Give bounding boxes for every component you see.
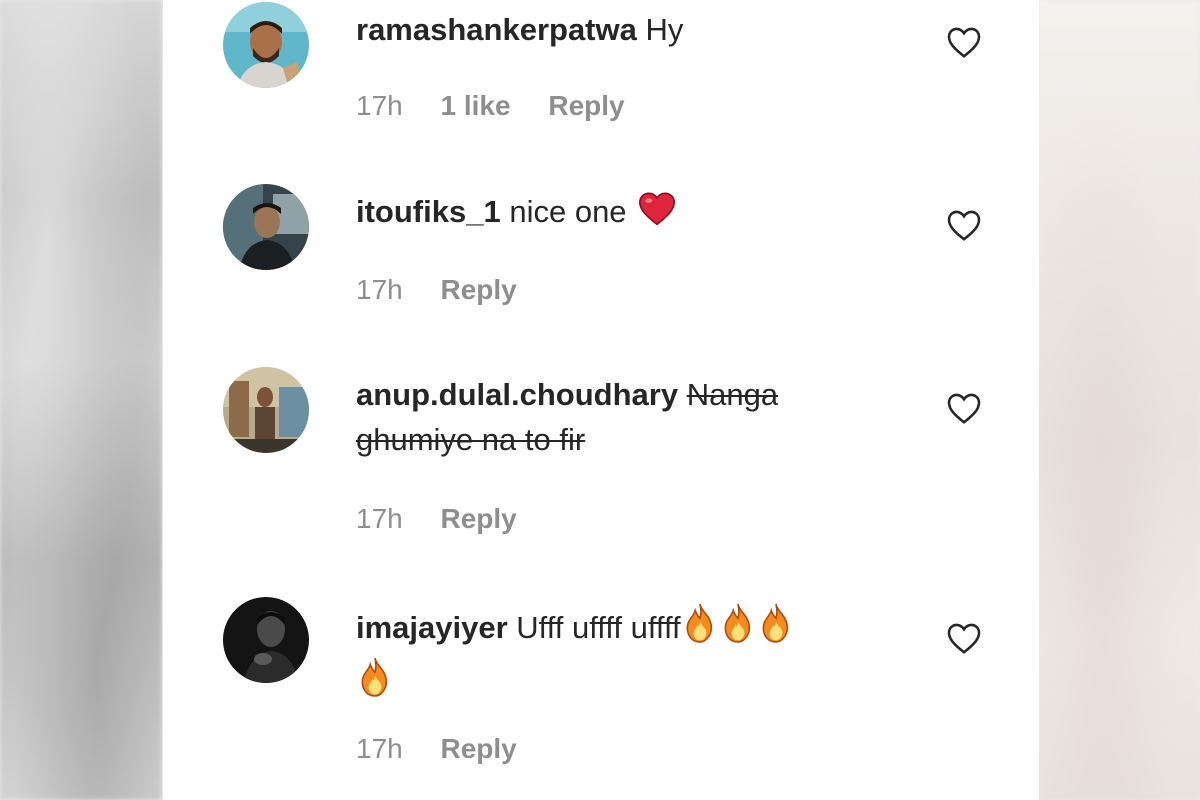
comment-body: imajayiyer Ufff uffff uffff	[356, 602, 876, 710]
avatar[interactable]	[223, 2, 309, 88]
comment-body: ramashankerpatwa Hy	[356, 7, 876, 52]
comment-body: itoufiks_1 nice one	[356, 189, 876, 238]
comments-panel: ramashankerpatwa Hy 17h 1 like Reply ito…	[162, 0, 1039, 800]
red-heart-emoji-icon	[637, 190, 677, 238]
blurred-background-left	[0, 0, 162, 800]
comment-username[interactable]: itoufiks_1	[356, 194, 501, 229]
avatar[interactable]	[223, 597, 309, 683]
fire-emoji-icon	[681, 602, 719, 656]
reply-button[interactable]: Reply	[441, 274, 517, 305]
comment-username[interactable]: anup.dulal.choudhary	[356, 377, 678, 412]
comment-like-count[interactable]: 1 like	[441, 90, 511, 121]
reply-button[interactable]: Reply	[548, 90, 624, 121]
fire-emoji-icon	[757, 602, 795, 656]
blurred-background-right	[1038, 0, 1200, 800]
comment-meta: 17h Reply	[356, 503, 547, 535]
comment-text: Hy	[645, 12, 684, 47]
comment-text: Ufff uffff uffff	[516, 610, 681, 645]
reply-button[interactable]: Reply	[441, 503, 517, 534]
comment-meta: 17h Reply	[356, 733, 547, 765]
fire-emoji-icon	[719, 602, 757, 656]
comment-time: 17h	[356, 274, 403, 305]
comment-text: nice one	[509, 194, 627, 229]
avatar[interactable]	[223, 367, 309, 453]
heart-outline-icon[interactable]	[946, 25, 982, 59]
comment-meta: 17h 1 like Reply	[356, 90, 655, 122]
comment-username[interactable]: imajayiyer	[356, 610, 508, 645]
comment-body: anup.dulal.choudhary Nanga ghumiye na to…	[356, 372, 876, 462]
comment-username[interactable]: ramashankerpatwa	[356, 12, 637, 47]
heart-outline-icon[interactable]	[946, 208, 982, 242]
comment-time: 17h	[356, 733, 403, 764]
comment-time: 17h	[356, 503, 403, 534]
reply-button[interactable]: Reply	[441, 733, 517, 764]
heart-outline-icon[interactable]	[946, 391, 982, 425]
avatar[interactable]	[223, 184, 309, 270]
fire-emoji-icon	[356, 656, 394, 710]
comment-meta: 17h Reply	[356, 274, 547, 306]
comment-time: 17h	[356, 90, 403, 121]
heart-outline-icon[interactable]	[946, 621, 982, 655]
